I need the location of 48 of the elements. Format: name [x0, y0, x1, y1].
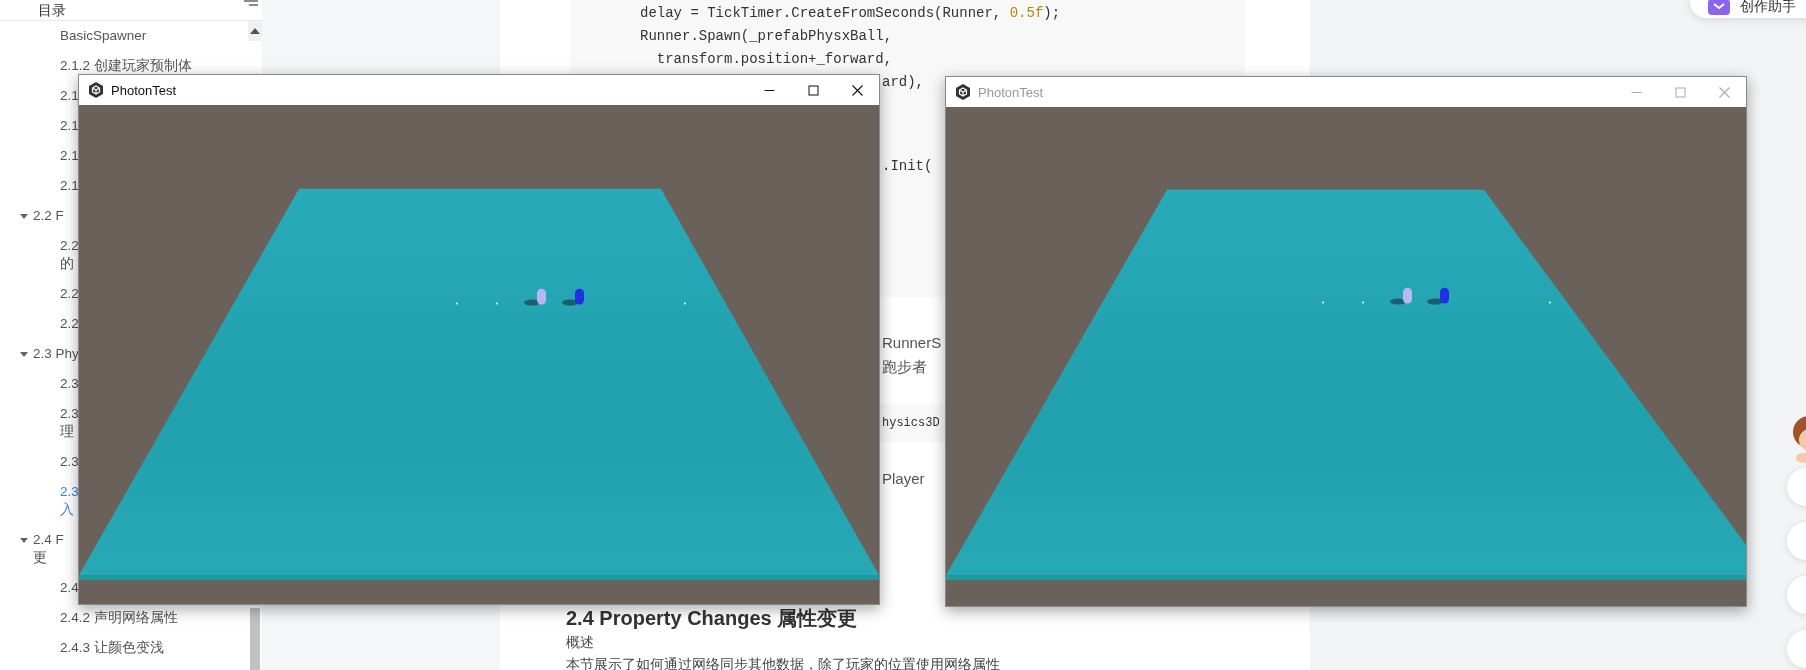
toc-item[interactable]: 2.4.3 让颜色变浅: [60, 639, 164, 657]
scroll-up-button[interactable]: [248, 21, 262, 41]
toc-item[interactable]: 2.3 理: [60, 405, 79, 441]
code-line: delay = TickTimer.CreateFromSeconds(Runner, 0.5f);: [640, 4, 1061, 23]
window-title: PhotonTest: [978, 84, 1044, 100]
maximize-icon: [807, 84, 819, 96]
body-text: Player: [882, 469, 925, 489]
toc-item[interactable]: BasicSpawner: [60, 27, 147, 45]
up-arrow-icon: [250, 28, 260, 34]
outline-icon[interactable]: [244, 0, 258, 8]
toc-item[interactable]: 2.3: [60, 453, 79, 471]
caret-icon[interactable]: [19, 211, 29, 221]
close-icon: [1718, 86, 1730, 98]
body-text: 跑步者: [882, 357, 927, 377]
caret-icon[interactable]: [19, 349, 29, 359]
sidebar-title: 目录: [38, 1, 66, 19]
toc-item[interactable]: 2.3 入: [60, 483, 79, 519]
toc-item[interactable]: 2.4.2 声明网络属性: [60, 609, 178, 627]
cube-icon: [955, 84, 971, 100]
scrollbar-thumb[interactable]: [250, 608, 260, 670]
toc-item[interactable]: 2.1: [60, 177, 79, 195]
section-heading: 2.4 Property Changes 属性变更: [566, 606, 858, 631]
toc-item[interactable]: 2.2: [60, 285, 79, 303]
body-text: RunnerS: [882, 333, 942, 353]
code-line: hysics3D: [882, 415, 941, 432]
toc-item[interactable]: 2.1: [60, 147, 79, 165]
toc-item[interactable]: 2.4: [60, 579, 79, 597]
code-line: ard),: [882, 73, 924, 92]
toc-item[interactable]: 2.1.2 创建玩家预制体: [60, 57, 192, 75]
body-text: 概述: [566, 633, 594, 652]
assistant-button[interactable]: 创作助手: [1690, 0, 1806, 18]
toc-item[interactable]: 2.3: [60, 375, 79, 393]
maximize-icon: [1674, 86, 1686, 98]
cube-icon: [88, 82, 104, 98]
toc-item[interactable]: 2.1: [60, 87, 79, 105]
app-icon: [1708, 0, 1730, 15]
caret-icon[interactable]: [19, 535, 29, 545]
toc-item[interactable]: 2.4 F 更: [33, 531, 64, 567]
toc-item[interactable]: 2.2: [60, 315, 79, 333]
toc-item[interactable]: 2.1: [60, 117, 79, 135]
window-title: PhotonTest: [111, 82, 177, 98]
toc-item[interactable]: 2.3 Phy: [33, 345, 79, 363]
code-line: Runner.Spawn(_prefabPhysxBall,: [640, 27, 893, 46]
code-line: transform.position+_forward,: [655, 50, 893, 69]
close-icon: [851, 84, 863, 96]
toc-item[interactable]: 2.2 F: [33, 207, 64, 225]
code-line: .Init(: [882, 157, 933, 176]
toc-item[interactable]: 2.2 的: [60, 237, 79, 273]
